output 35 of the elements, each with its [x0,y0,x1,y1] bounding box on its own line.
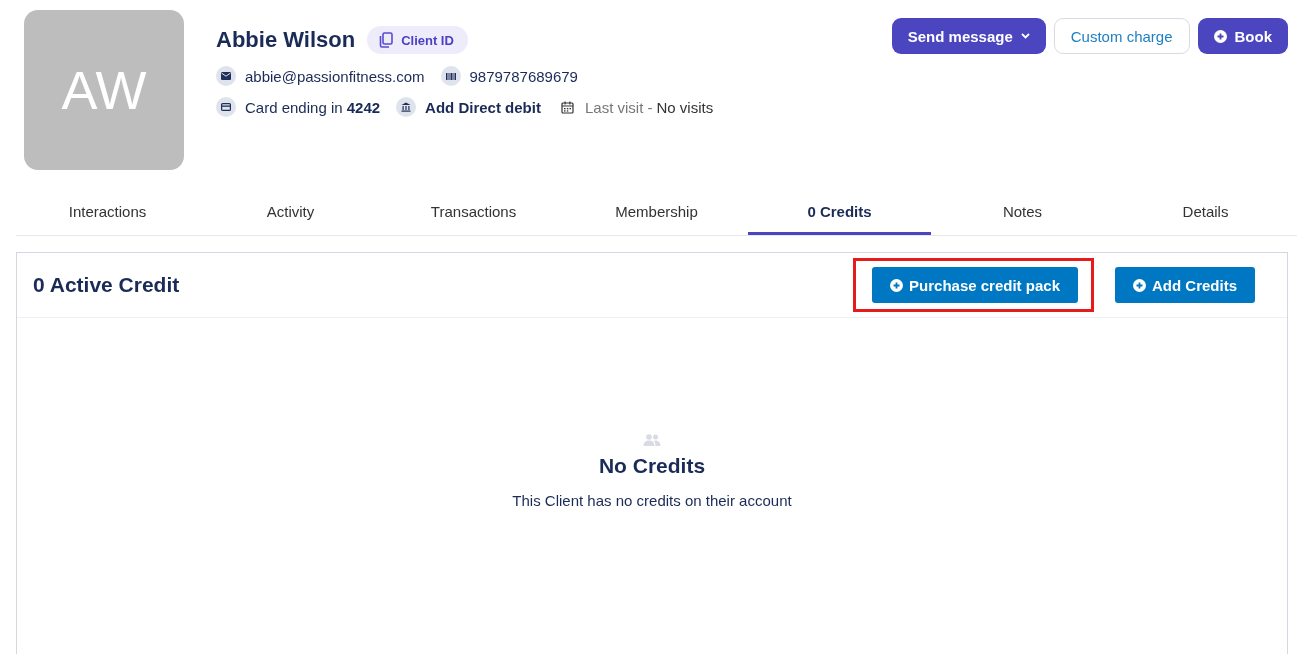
add-button[interactable]: Add Credits [1115,267,1255,303]
tab[interactable]: Membership [565,190,748,235]
book-button[interactable]: Book [1197,18,1288,54]
card-text: Card ending in 4242 [245,98,381,116]
avatar: AW [24,10,184,170]
tab[interactable]: Interactions [16,190,199,235]
barcode-number: 9879787689679 [469,67,578,85]
tab[interactable]: Activity [199,190,382,235]
empty-message: This Client has no credits on their account [512,492,792,509]
bank-icon [396,97,417,117]
email-text: abbie@passionfitness.com [245,67,425,85]
client-name: Abbie Wilson [216,27,356,53]
client-id-button[interactable]: Client ID [367,26,468,54]
calendar-icon [560,100,574,114]
empty-title: No Credits [598,454,706,478]
copy-icon [379,32,394,48]
plus-circle-icon [1213,29,1227,43]
tab[interactable]: Notes [931,190,1114,235]
barcode-icon [440,66,461,86]
tab[interactable]: Details [1114,190,1297,235]
caret-icon [1020,33,1030,39]
people-icon [643,434,661,446]
plus-circle-icon [890,278,904,292]
last-visit-label: Last visit - [584,98,653,116]
plus-circle-icon [1133,278,1146,292]
add-direct-debit-link[interactable]: Add Direct debit [425,98,541,116]
tab[interactable]: 0 Credits [748,190,931,235]
panel-title: 0 Active Credit [33,273,180,297]
last-visit-value: No visits [656,98,714,116]
send-message-button[interactable]: Send message [891,18,1046,54]
tab[interactable]: Transactions [382,190,565,235]
card-icon [216,97,236,117]
envelope-icon [216,66,236,86]
add-button[interactable]: Purchase credit pack [872,267,1078,303]
custom-charge-button[interactable]: Custom charge [1053,18,1190,54]
